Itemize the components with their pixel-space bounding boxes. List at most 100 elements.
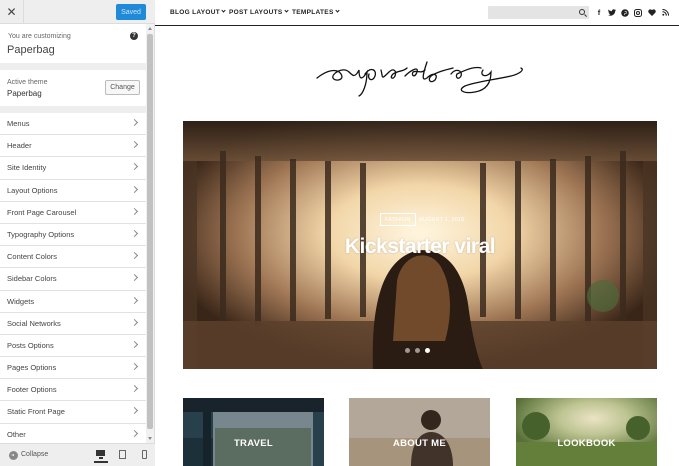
menu-item-label: Typography Options [7,229,75,239]
chevron-right-icon [130,252,139,260]
menu-item-typography-options[interactable]: Typography Options [0,223,146,247]
pinterest-icon[interactable] [621,8,629,17]
scroll-up-icon[interactable] [148,27,152,30]
chevron-right-icon [130,429,139,437]
category-tile-travel[interactable]: TRAVEL [183,398,324,466]
menu-item-label: Other [7,429,26,439]
facebook-icon[interactable]: f [595,8,603,17]
scrollbar-thumb[interactable] [147,34,153,429]
category-tile-about-me[interactable]: ABOUT ME [349,398,490,466]
nav-blog-layout[interactable]: BLOG LAYOUT [170,8,226,16]
tablet-preview-icon[interactable] [116,448,130,463]
menu-item-label: Posts Options [7,340,54,350]
menu-item-social-networks[interactable]: Social Networks [0,312,146,335]
chevron-down-icon [221,8,226,13]
about-me-image [349,398,490,466]
menu-item-sidebar-colors[interactable]: Sidebar Colors [0,268,146,291]
menu-item-label: Layout Options [7,185,58,195]
rss-icon[interactable] [661,8,669,17]
menu-item-posts-options[interactable]: Posts Options [0,334,146,358]
chevron-right-icon [130,318,139,326]
twitter-icon[interactable] [608,8,616,17]
carousel-dots [405,348,430,353]
menu-item-layout-options[interactable]: Layout Options [0,179,146,202]
menu-item-label: Footer Options [7,385,57,395]
chevron-right-icon [130,118,139,127]
desktop-preview-icon[interactable] [94,448,108,463]
instagram-icon[interactable] [634,8,642,17]
menu-item-content-colors[interactable]: Content Colors [0,246,146,269]
menu-item-widgets[interactable]: Widgets [0,290,146,313]
active-theme-label: Active theme [7,79,48,86]
mobile-preview-icon[interactable] [138,448,152,463]
chevron-down-icon [283,8,289,13]
hero-date: AUGUST 1, 2016 [419,217,465,223]
nav-label: TEMPLATES [292,9,334,16]
nav-templates[interactable]: TEMPLATES [292,8,340,16]
menu-item-label: Sidebar Colors [7,274,57,284]
chevron-right-icon [130,229,139,237]
logo-text: paperbag [315,48,320,49]
heart-icon[interactable] [648,8,656,17]
menu-item-label: Pages Options [7,363,57,373]
menu-item-static-front-page[interactable]: Static Front Page [0,401,146,424]
help-icon[interactable]: ? [130,32,138,40]
menu-item-other[interactable]: Other [0,423,146,443]
category-label: TRAVEL [233,438,274,449]
scroll-down-icon[interactable] [148,437,152,440]
chevron-right-icon [130,363,139,371]
chevron-right-icon [130,407,139,415]
carousel-dot[interactable] [415,348,420,353]
collapse-icon[interactable] [9,451,18,460]
menu-item-label: Social Networks [7,318,61,328]
site-preview: BLOG LAYOUT POST LAYOUTS TEMPLATES f pap… [155,0,679,466]
chevron-down-icon [334,8,340,13]
carousel-dot[interactable] [405,348,410,353]
site-logo[interactable]: paperbag [315,48,527,98]
chevron-right-icon [130,296,139,304]
customizing-label: You are customizing [8,33,71,40]
menu-item-label: Content Colors [7,252,58,262]
menu-item-header[interactable]: Header [0,135,146,158]
saved-button[interactable]: Saved [116,4,146,20]
theme-name: Paperbag [7,89,42,98]
category-label: LOOKBOOK [557,438,616,449]
chevron-right-icon [130,385,139,393]
customizing-info: You are customizing Paperbag ? [0,24,146,63]
nav-post-layouts[interactable]: POST LAYOUTS [229,8,289,16]
divider [0,106,146,113]
search-icon[interactable] [579,9,585,15]
menu-item-label: Header [7,141,32,151]
menu-item-label: Front Page Carousel [7,207,77,217]
chevron-right-icon [130,163,139,171]
customizer-menu: Menus Header Site Identity Layout Option… [0,113,146,443]
site-name: Paperbag [7,44,55,56]
nav-label: BLOG LAYOUT [170,9,221,16]
divider [0,63,146,70]
active-theme-section: Active theme Paperbag Change [0,70,146,106]
menu-item-label: Menus [7,119,30,128]
hero-carousel[interactable]: FASHION AUGUST 1, 2016 Kickstarter viral [183,121,657,369]
lookbook-image [516,398,657,466]
chevron-right-icon [130,185,139,193]
hero-category-tag[interactable]: FASHION [380,213,416,226]
customizer-sidebar: ✕ Saved You are customizing Paperbag ? A… [0,0,155,466]
menu-item-label: Static Front Page [7,407,65,417]
menu-item-footer-options[interactable]: Footer Options [0,379,146,402]
close-icon[interactable]: ✕ [0,0,24,24]
sidebar-scrollbar[interactable] [146,24,154,443]
carousel-dot-active[interactable] [425,348,430,353]
menu-item-menus[interactable]: Menus [0,113,146,136]
category-tile-lookbook[interactable]: LOOKBOOK [516,398,657,466]
hero-title[interactable]: Kickstarter viral [325,235,515,259]
menu-item-label: Site Identity [7,163,47,173]
site-navbar: BLOG LAYOUT POST LAYOUTS TEMPLATES f [155,0,679,26]
menu-item-front-page-carousel[interactable]: Front Page Carousel [0,201,146,224]
menu-item-site-identity[interactable]: Site Identity [0,157,146,180]
collapse-button[interactable]: Collapse [21,451,48,458]
change-theme-button[interactable]: Change [105,80,140,95]
search-input[interactable] [488,6,589,19]
customizer-panel: You are customizing Paperbag ? Active th… [0,24,146,443]
category-label: ABOUT ME [392,438,447,449]
menu-item-pages-options[interactable]: Pages Options [0,357,146,380]
